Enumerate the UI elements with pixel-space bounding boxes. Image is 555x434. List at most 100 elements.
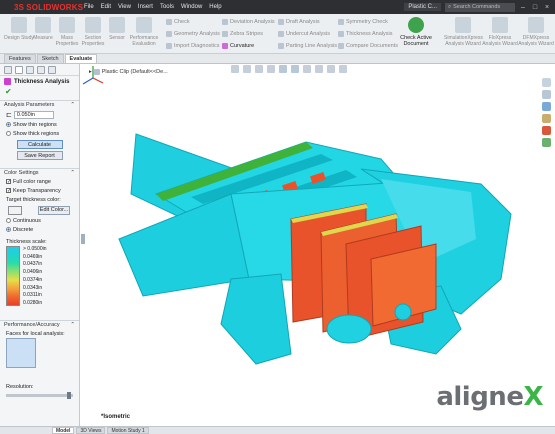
clip-foot [326,314,372,344]
panel-toolbar [0,64,79,76]
maximize-icon[interactable]: □ [531,4,539,11]
floxpress-button[interactable]: FloXpress Analysis Wizard [482,17,518,47]
mass-properties-icon [59,17,75,33]
discrete-radio[interactable] [6,227,11,232]
calculate-button[interactable]: Calculate [16,140,63,149]
parting-line-analysis-button[interactable]: Parting Line Analysis [278,43,337,49]
close-icon[interactable]: × [543,4,551,11]
faces-selection-box[interactable] [6,338,36,368]
graphics-area[interactable]: ▸ Plastic Clip (Default<<De... *Isometri… [81,64,555,426]
legend-value: 0.0343in [23,284,43,291]
full-color-checkbox[interactable]: ✓ [6,179,11,185]
tab-evaluate[interactable]: Evaluate [64,54,98,63]
feature-tree-icon[interactable] [4,65,12,74]
show-thick-radio[interactable] [6,131,11,136]
performance-evaluation-icon [136,17,152,33]
keep-transparency-checkbox[interactable]: ✓ [6,188,11,194]
thickness-input[interactable]: 0.050in [13,110,54,119]
sensor-icon [109,17,125,33]
ok-checkmark-icon[interactable]: ✔ [0,87,79,96]
search-icon: ⌕ [448,3,452,10]
legend-value: 0.0437in [23,261,43,268]
performance-evaluation-button[interactable]: Performance Evaluation [124,17,164,47]
minimize-icon[interactable]: – [519,4,527,11]
thickness-analysis-button[interactable]: Thickness Analysis [338,31,392,37]
document-title: Plastic C... [404,3,441,11]
dimxpert-icon[interactable] [37,65,45,74]
collapse-icon[interactable]: ⌃ [70,322,75,328]
solidworks-logo[interactable]: 3S SOLIDWORKS [14,3,83,12]
tab-sketch[interactable]: Sketch [36,54,64,63]
tab-model[interactable]: Model [52,427,75,434]
resolution-label: Resolution: [6,383,34,390]
search-commands-input[interactable]: ⌕ Search Commands [445,2,515,12]
check-active-document-button[interactable]: Check Active Document [396,17,436,47]
keep-transparency-option[interactable]: ✓ Keep Transparency [0,186,79,195]
show-thin-radio[interactable] [6,122,11,127]
menu-help[interactable]: Help [209,4,221,10]
tab-features[interactable]: Features [4,54,36,63]
collapse-icon[interactable]: ⌃ [70,102,75,108]
analysis-parameters-header[interactable]: Analysis Parameters ⌃ [0,100,79,109]
import-diagnostics-icon [166,43,172,49]
import-diagnostics-button[interactable]: Import Diagnostics [166,43,220,49]
check-button[interactable]: Check [166,19,190,25]
view-orientation-label: *Isometric [101,414,131,420]
undercut-analysis-button[interactable]: Undercut Analysis [278,31,330,37]
menu-insert[interactable]: Insert [138,4,153,10]
collapse-icon[interactable]: ⌃ [70,170,75,176]
discrete-option[interactable]: Discrete [0,225,79,234]
deviation-analysis-icon [222,19,228,25]
draft-analysis-icon [278,19,284,25]
continuous-radio[interactable] [6,218,11,223]
resolution-slider[interactable] [6,392,73,399]
continuous-option[interactable]: Continuous [0,216,79,225]
tab-3d-views[interactable]: 3D Views [76,427,106,434]
menu-edit[interactable]: Edit [101,4,111,10]
configuration-manager-icon[interactable] [26,65,34,74]
legend-value: > 0.0500in [23,246,47,252]
symmetry-check-icon [338,19,344,25]
clip-pin [394,303,412,321]
parting-line-analysis-icon [278,43,284,49]
dfmxpress-button[interactable]: DFMXpress Analysis Wizard [518,17,554,47]
thickness-legend: > 0.0500in 0.0469in 0.0437in 0.0406in 0.… [6,246,79,306]
thickness-analysis-icon [338,31,344,37]
performance-accuracy-header[interactable]: Performance/Accuracy ⌃ [0,320,79,329]
undercut-analysis-icon [278,31,284,37]
zebra-stripes-button[interactable]: Zebra Stripes [222,31,263,37]
show-thick-option[interactable]: Show thick regions [0,129,79,138]
curvature-button[interactable]: Curvature [222,43,254,49]
design-study-icon [11,17,27,33]
slider-handle[interactable] [67,392,71,399]
legend-value: 0.0374in [23,276,43,283]
menu-view[interactable]: View [118,4,131,10]
save-report-button[interactable]: Save Report [16,151,63,160]
faces-label: Faces for local analysis: [6,330,65,337]
menu-window[interactable]: Window [181,4,202,10]
full-color-option[interactable]: ✓ Full color range [0,177,79,186]
thickness-icon: ⊏ [6,111,12,119]
menu-tools[interactable]: Tools [160,4,174,10]
symmetry-check-button[interactable]: Symmetry Check [338,19,388,25]
target-color-swatch [8,205,22,215]
simulationxpress-icon [455,17,471,33]
axis-triad [82,66,104,85]
simulationxpress-button[interactable]: SimulationXpress Analysis Wizard [444,17,483,47]
title-right: Plastic C... ⌕ Search Commands – □ × [404,0,555,14]
geometry-analysis-button[interactable]: Geometry Analysis [166,31,220,37]
deviation-analysis-button[interactable]: Deviation Analysis [222,19,275,25]
draft-analysis-button[interactable]: Draft Analysis [278,19,320,25]
legend-values: > 0.0500in 0.0469in 0.0437in 0.0406in 0.… [23,246,47,306]
target-color-row: Edit Color... [0,204,79,216]
menu-file[interactable]: File [84,4,94,10]
edit-color-button[interactable]: Edit Color... [38,205,70,215]
color-settings-header[interactable]: Color Settings ⌃ [0,168,79,177]
display-manager-icon[interactable] [48,65,56,74]
curvature-icon [222,43,228,49]
clip-left-leg [220,273,292,365]
show-thin-option[interactable]: Show thin regions [0,120,79,129]
compare-documents-button[interactable]: Compare Documents [338,43,398,49]
property-manager-icon[interactable] [15,65,23,74]
tab-motion-study[interactable]: Motion Study 1 [107,427,149,434]
